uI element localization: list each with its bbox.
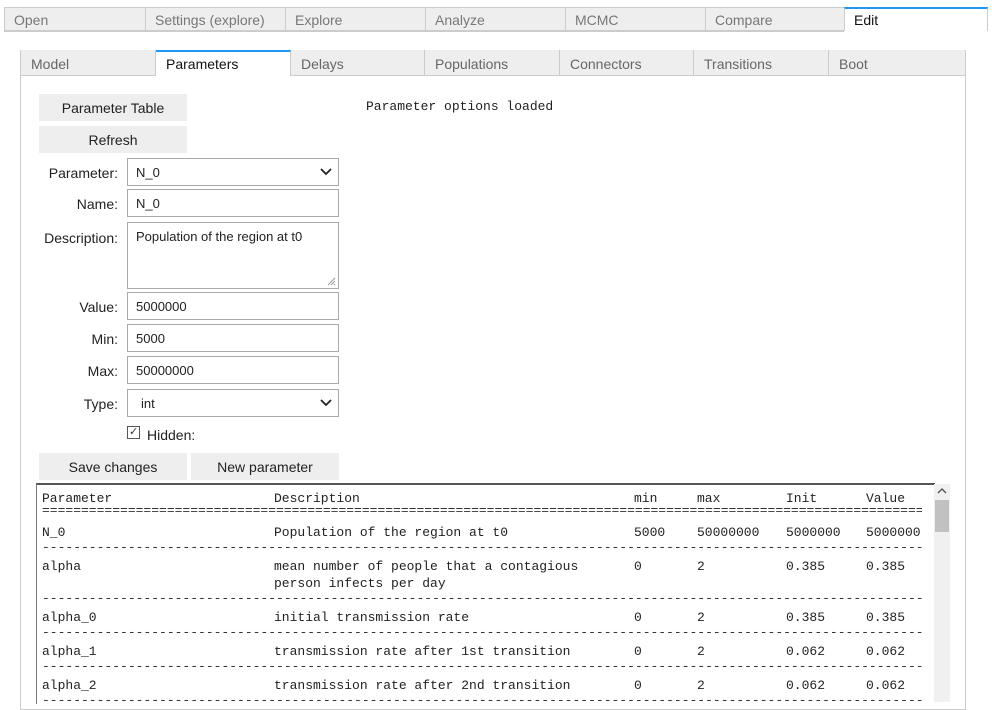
value-input[interactable]: 5000000: [127, 292, 339, 320]
row-min: 5000: [634, 525, 666, 540]
type-select-value: int: [141, 396, 155, 411]
header-value: Value: [866, 491, 906, 506]
row-init: 0.385: [786, 610, 826, 625]
tab-mcmc[interactable]: MCMC: [565, 7, 705, 31]
tab-divider: [4, 31, 844, 32]
tab-settings-explore[interactable]: Settings (explore): [145, 7, 285, 31]
row-separator: ----------------------------------------…: [42, 696, 922, 704]
row-separator: ----------------------------------------…: [42, 543, 922, 553]
description-value: Population of the region at t0: [136, 229, 303, 244]
row-value: 0.385: [866, 559, 906, 574]
row-init: 0.062: [786, 678, 826, 693]
top-tab-bar: Open Settings (explore) Explore Analyze …: [4, 7, 988, 31]
row-description-continued: person infects per day: [274, 576, 446, 591]
max-label: Max:: [87, 363, 118, 379]
row-separator: ----------------------------------------…: [42, 594, 922, 604]
row-parameter: alpha_2: [42, 678, 97, 693]
hidden-label: Hidden:: [147, 427, 196, 443]
row-init: 5000000: [786, 525, 841, 540]
row-init: 0.385: [786, 559, 826, 574]
row-min: 0: [634, 644, 642, 659]
chevron-down-icon: [320, 168, 332, 176]
row-parameter: alpha: [42, 559, 82, 574]
tab-explore[interactable]: Explore: [285, 7, 425, 31]
chevron-up-icon[interactable]: [937, 486, 947, 496]
row-init: 0.062: [786, 644, 826, 659]
new-parameter-button[interactable]: New parameter: [191, 453, 339, 480]
name-input[interactable]: N_0: [127, 189, 339, 217]
tab-model[interactable]: Model: [21, 50, 156, 76]
header-separator: ========================================…: [42, 506, 922, 516]
row-max: 2: [697, 610, 705, 625]
row-separator: ----------------------------------------…: [42, 662, 922, 672]
parameter-select[interactable]: N_0: [127, 158, 339, 186]
tab-open[interactable]: Open: [4, 7, 145, 31]
row-max: 2: [697, 559, 705, 574]
header-parameter: Parameter: [42, 491, 113, 506]
table-scrollbar[interactable]: [934, 484, 950, 702]
type-label: Type:: [83, 396, 118, 412]
row-description: transmission rate after 2nd transition: [274, 678, 571, 693]
status-message: Parameter options loaded: [366, 99, 554, 114]
parameter-table-button[interactable]: Parameter Table: [39, 94, 187, 121]
type-select[interactable]: int: [127, 389, 339, 417]
row-max: 50000000: [697, 525, 760, 540]
row-description: transmission rate after 1st transition: [274, 644, 571, 659]
row-max: 2: [697, 678, 705, 693]
tab-connectors[interactable]: Connectors: [560, 50, 694, 76]
check-icon: ✓: [129, 426, 139, 438]
parameter-table-output: Parameter Description min max Init Value…: [36, 483, 935, 704]
value-label: Value:: [79, 299, 118, 315]
row-value: 0.385: [866, 610, 906, 625]
min-label: Min:: [91, 331, 118, 347]
row-value: 0.062: [866, 678, 906, 693]
row-max: 2: [697, 644, 705, 659]
row-min: 0: [634, 610, 642, 625]
parameter-label: Parameter:: [48, 165, 118, 181]
tab-delays[interactable]: Delays: [291, 50, 425, 76]
row-value: 5000000: [866, 525, 921, 540]
parameter-select-value: N_0: [136, 165, 160, 180]
tab-analyze[interactable]: Analyze: [425, 7, 565, 31]
scrollbar-thumb[interactable]: [935, 500, 949, 532]
row-description: mean number of people that a contagious: [274, 559, 579, 574]
row-parameter: N_0: [42, 525, 66, 540]
save-changes-button[interactable]: Save changes: [39, 453, 187, 480]
description-textarea[interactable]: Population of the region at t0: [127, 222, 339, 289]
row-separator: ----------------------------------------…: [42, 628, 922, 638]
row-description: Population of the region at t0: [274, 525, 509, 540]
chevron-down-icon: [320, 399, 332, 407]
max-input[interactable]: 50000000: [127, 356, 339, 384]
row-parameter: alpha_1: [42, 644, 97, 659]
min-input[interactable]: 5000: [127, 324, 339, 352]
row-value: 0.062: [866, 644, 906, 659]
name-label: Name:: [76, 196, 118, 212]
tab-parameters[interactable]: Parameters: [156, 50, 291, 76]
tab-compare[interactable]: Compare: [705, 7, 844, 31]
tab-edit[interactable]: Edit: [844, 7, 988, 31]
row-description: initial transmission rate: [274, 610, 470, 625]
tab-boot[interactable]: Boot: [829, 50, 965, 76]
sub-tab-bar: Model Parameters Delays Populations Conn…: [21, 50, 965, 76]
header-max: max: [697, 491, 721, 506]
row-min: 0: [634, 559, 642, 574]
refresh-button[interactable]: Refresh: [39, 126, 187, 153]
tab-transitions[interactable]: Transitions: [694, 50, 829, 76]
row-min: 0: [634, 678, 642, 693]
hidden-checkbox[interactable]: ✓: [127, 426, 140, 439]
header-min: min: [634, 491, 658, 506]
header-init: Init: [786, 491, 818, 506]
resize-grip-icon[interactable]: [327, 277, 336, 286]
header-description: Description: [274, 491, 360, 506]
tab-populations[interactable]: Populations: [425, 50, 560, 76]
description-label: Description:: [44, 230, 118, 246]
row-parameter: alpha_0: [42, 610, 97, 625]
